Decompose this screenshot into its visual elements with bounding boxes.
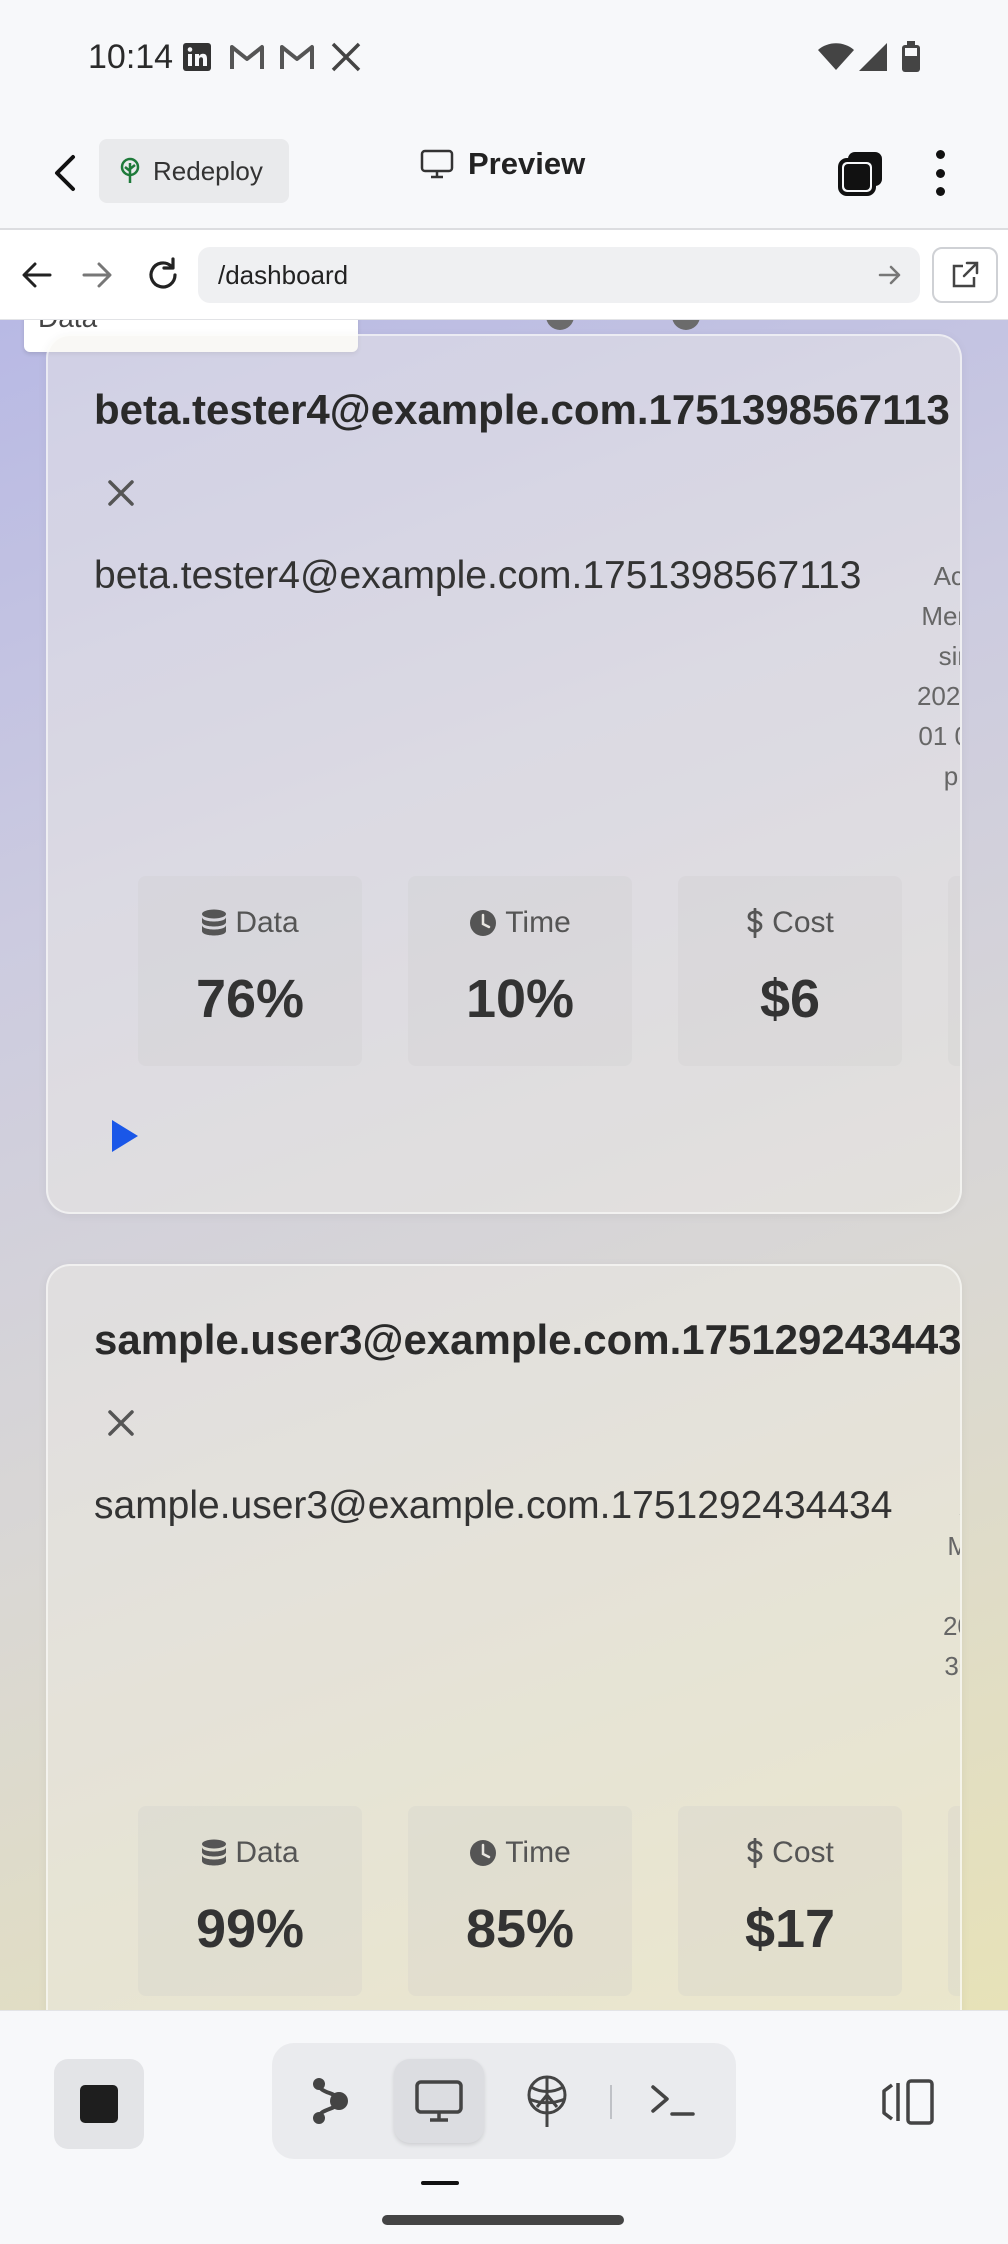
more-options-button[interactable]: [918, 146, 962, 200]
monitor-icon: [420, 149, 454, 179]
card-email: sample.user3@example.com.1751292434434: [94, 1484, 893, 1527]
wifi-icon: [816, 40, 856, 74]
data-stat: Data 76%: [138, 876, 362, 1066]
stop-button[interactable]: [54, 2059, 144, 2149]
reload-button[interactable]: [140, 252, 186, 298]
database-icon: [202, 1839, 227, 1866]
open-external-button[interactable]: [932, 247, 998, 303]
dot: [935, 187, 945, 196]
chevron-left-icon: [55, 155, 75, 191]
close-icon[interactable]: [106, 478, 136, 508]
browser-toolbar: /dashboard: [0, 230, 1008, 320]
home-indicator[interactable]: [382, 2215, 624, 2225]
app-header: Redeploy Preview: [0, 116, 1008, 230]
desktop-preview-icon[interactable]: [394, 2059, 484, 2143]
arrow-right-icon: [82, 262, 112, 288]
cost-stat: Cost $17: [678, 1806, 902, 1996]
arrow-left-icon: [22, 262, 52, 288]
data-value: 99%: [195, 1899, 305, 1959]
partially-hidden-icon: [546, 320, 574, 330]
partially-hidden-label: Data: [38, 320, 97, 333]
dot: [935, 150, 945, 159]
cost-label: Cost: [772, 906, 834, 939]
url-text: /dashboard: [218, 259, 349, 290]
time-stat: Time 85%: [408, 1806, 632, 1996]
external-link-icon: [952, 261, 979, 288]
terminal-icon[interactable]: [628, 2059, 718, 2143]
battery-icon: [898, 40, 924, 74]
clock-icon: [470, 910, 497, 936]
tool-switcher: [272, 2043, 736, 2159]
hidden-stat: ★: [948, 1806, 960, 1996]
back-button[interactable]: [40, 148, 90, 198]
card-email: beta.tester4@example.com.1751398567113: [94, 554, 862, 597]
status-bar: 10:14: [0, 0, 1008, 116]
redeploy-label: Redeploy: [153, 155, 263, 186]
x-icon: [328, 40, 364, 74]
cost-value: $17: [744, 1899, 836, 1959]
play-icon[interactable]: [110, 1118, 140, 1154]
partially-hidden-icon: [672, 320, 700, 330]
gmail-icon: [278, 40, 316, 74]
data-stat: Data 99%: [138, 1806, 362, 1996]
browser-forward-button[interactable]: [74, 252, 120, 298]
data-value: 76%: [195, 969, 305, 1029]
time-label: Time: [505, 906, 571, 939]
user-card: sample.user3@example.com.1751292434434 s…: [46, 1264, 962, 2010]
tabs-button[interactable]: [836, 148, 886, 198]
share-graph-icon[interactable]: [286, 2059, 376, 2143]
gmail-icon: [228, 40, 266, 74]
redeploy-button[interactable]: Redeploy: [99, 139, 289, 203]
clock-icon: [470, 1840, 497, 1866]
reload-icon: [149, 257, 177, 289]
time-stat: Time 10%: [408, 876, 632, 1066]
database-icon: [202, 909, 227, 936]
split-view-icon[interactable]: [880, 2077, 936, 2127]
card-title: beta.tester4@example.com.1751398567113: [94, 386, 950, 433]
dashboard-content[interactable]: Data beta.tester4@example.com.1751398567…: [0, 320, 1008, 2010]
dollar-icon: [747, 908, 763, 938]
close-icon[interactable]: [106, 1408, 136, 1438]
card-title: sample.user3@example.com.1751292434434: [94, 1316, 962, 1363]
tree-icon: [120, 157, 140, 183]
data-label: Data: [235, 906, 299, 939]
cost-stat: Cost $6: [678, 876, 902, 1066]
user-card: beta.tester4@example.com.1751398567113 b…: [46, 334, 962, 1214]
dot: [935, 168, 945, 178]
url-input[interactable]: /dashboard: [198, 247, 920, 303]
status-time: 10:14: [88, 38, 174, 76]
tabs-icon: [838, 152, 882, 196]
membership-status: Active Member since 2025-07-01 07:36 p.m…: [916, 561, 961, 791]
cost-value: $6: [759, 969, 821, 1029]
data-label: Data: [235, 1836, 299, 1869]
active-tab-indicator: [421, 2181, 459, 2185]
preview-label: Preview: [468, 146, 586, 181]
preview-title: Preview: [420, 146, 585, 182]
browser-back-button[interactable]: [14, 252, 60, 298]
time-value: 85%: [465, 1899, 575, 1959]
hidden-stat: ★: [948, 876, 960, 1066]
time-label: Time: [505, 1836, 571, 1869]
bottom-toolbar: [0, 2010, 1008, 2244]
cost-label: Cost: [772, 1836, 834, 1869]
go-arrow-icon[interactable]: [876, 261, 904, 289]
time-value: 10%: [465, 969, 575, 1029]
dollar-icon: [747, 1838, 763, 1868]
membership-status: Active Member since 2025-06-30 02:07 p.m…: [942, 1491, 960, 1681]
stop-icon: [80, 2085, 118, 2123]
deploy-antenna-icon[interactable]: [502, 2059, 592, 2143]
toolbar-divider: [610, 2085, 612, 2119]
linkedin-icon: [180, 40, 214, 74]
cellular-signal-icon: [856, 40, 890, 74]
